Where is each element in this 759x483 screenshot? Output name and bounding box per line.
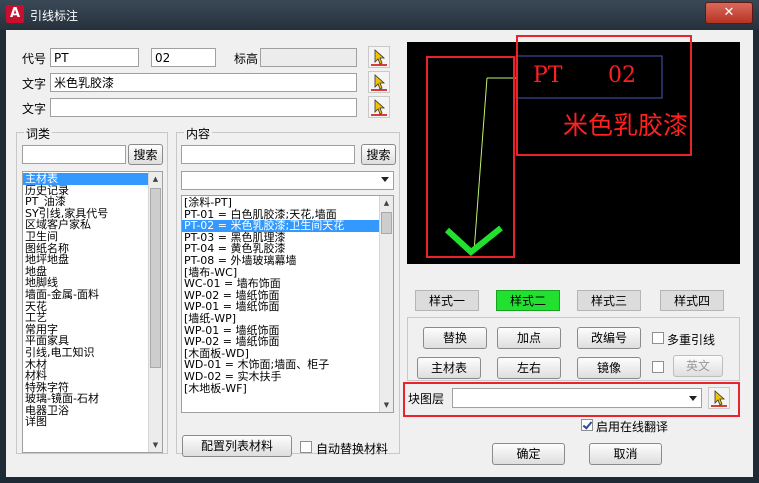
english-button[interactable]: 英文	[673, 355, 723, 377]
english-checkbox[interactable]	[652, 361, 664, 373]
app-logo-icon: A	[6, 5, 24, 23]
text-label: 文字	[22, 77, 47, 91]
auto-replace-checkbox[interactable]	[300, 441, 312, 453]
online-translate-checkbox[interactable]	[581, 419, 593, 431]
content-item[interactable]: [涂料-PT]	[182, 197, 393, 209]
elevation-input[interactable]	[260, 48, 357, 67]
content-label: 内容	[184, 125, 213, 142]
category-item[interactable]: 引线,电工知识	[23, 347, 162, 359]
chevron-down-icon	[381, 177, 389, 182]
category-item[interactable]: 墙面-金属-面料	[23, 289, 162, 301]
content-item[interactable]: WP-02 = 墙纸饰面	[182, 336, 393, 348]
content-search-button[interactable]: 搜索	[361, 144, 396, 165]
close-button[interactable]: ✕	[705, 2, 753, 24]
title-bar: A 引线标注 ✕	[0, 0, 759, 30]
category-item[interactable]: 工艺	[23, 312, 162, 324]
content-item[interactable]: WC-01 = 墙布饰面	[182, 278, 393, 290]
code-number-input[interactable]: 02	[151, 48, 216, 67]
category-list[interactable]: 主材表 历史记录 PT_油漆 SY引线,家具代号 区域客户家私 卫生间 图纸名称 地坪地盘 地盘…	[22, 171, 163, 453]
scroll-down-icon[interactable]: ▼	[380, 398, 393, 412]
content-search-input[interactable]	[181, 145, 355, 164]
content-list[interactable]: [涂料-PT] PT-01 = 白色肌胶漆;天花,墙面 PT-02 = 米色乳胶漆;…	[181, 195, 394, 413]
pick-cursor-icon	[711, 390, 727, 407]
text2-label: 文字	[22, 102, 47, 116]
auto-replace-label: 自动替换材料	[316, 442, 389, 456]
chevron-down-icon	[689, 396, 697, 401]
content-item[interactable]: [木地板-WF]	[182, 382, 393, 395]
category-item[interactable]: 材料	[23, 370, 162, 382]
layer-label: 块图层	[408, 392, 445, 406]
renumber-button[interactable]: 改编号	[577, 327, 641, 349]
pick-cursor-icon	[371, 49, 387, 66]
pick-elevation-button[interactable]	[368, 46, 390, 68]
preview-leader-highlight	[426, 56, 515, 258]
content-category-combo[interactable]	[181, 171, 394, 190]
multi-leader-checkbox[interactable]	[652, 332, 664, 344]
category-item[interactable]: 地坪地盘	[23, 254, 162, 266]
pick-cursor-icon	[371, 99, 387, 116]
config-list-button[interactable]: 配置列表材料	[182, 435, 292, 457]
scroll-up-icon[interactable]: ▲	[149, 172, 162, 186]
scroll-up-icon[interactable]: ▲	[380, 196, 393, 210]
content-item[interactable]: WD-02 = 实木扶手	[182, 371, 393, 383]
main-table-button[interactable]: 主材表	[417, 357, 481, 379]
pick-text2-button[interactable]	[368, 96, 390, 118]
style-button-1[interactable]: 样式一	[415, 290, 479, 311]
pick-cursor-icon	[371, 74, 387, 91]
pick-text1-button[interactable]	[368, 71, 390, 93]
left-right-button[interactable]: 左右	[497, 357, 561, 379]
replace-button[interactable]: 替换	[423, 327, 487, 349]
pick-layer-button[interactable]	[708, 387, 730, 409]
scroll-thumb[interactable]	[381, 212, 392, 234]
ok-button[interactable]: 确定	[492, 443, 565, 465]
scroll-down-icon[interactable]: ▼	[149, 438, 162, 452]
category-label: 词类	[24, 125, 53, 142]
style-button-4[interactable]: 样式四	[660, 290, 724, 311]
elevation-label: 标高	[234, 52, 259, 66]
content-scrollbar[interactable]: ▲ ▼	[379, 196, 393, 412]
content-item[interactable]: [墙纸-WP]	[182, 313, 393, 325]
preview-text-highlight	[516, 35, 692, 156]
layer-combo[interactable]	[452, 388, 702, 408]
cancel-button[interactable]: 取消	[589, 443, 662, 465]
code-input[interactable]: PT	[50, 48, 139, 67]
category-search-input[interactable]	[22, 145, 126, 164]
style-button-2[interactable]: 样式二	[496, 290, 560, 311]
mirror-button[interactable]: 镜像	[577, 357, 641, 379]
multi-leader-label: 多重引线	[667, 333, 716, 347]
window-title: 引线标注	[30, 9, 79, 23]
category-scrollbar[interactable]: ▲ ▼	[148, 172, 162, 452]
category-search-button[interactable]: 搜索	[128, 144, 163, 165]
content-item[interactable]: PT-08 = 外墙玻璃幕墙	[182, 255, 393, 267]
dialog-client: 代号 PT 02 标高 文字 米色乳胶漆 文字 词类 搜索 主材表 历史记录 PT_…	[6, 30, 753, 477]
online-translate-label: 启用在线翻译	[596, 420, 669, 434]
scroll-thumb[interactable]	[150, 188, 161, 368]
code-label: 代号	[22, 52, 47, 66]
category-item[interactable]: 主材表	[23, 173, 162, 185]
style-button-3[interactable]: 样式三	[577, 290, 641, 311]
category-item[interactable]: 卫生间	[23, 231, 162, 243]
category-item[interactable]: 详图	[23, 416, 162, 428]
add-point-button[interactable]: 加点	[497, 327, 561, 349]
text-input-2[interactable]	[50, 98, 357, 117]
text-input-1[interactable]: 米色乳胶漆	[50, 73, 357, 92]
